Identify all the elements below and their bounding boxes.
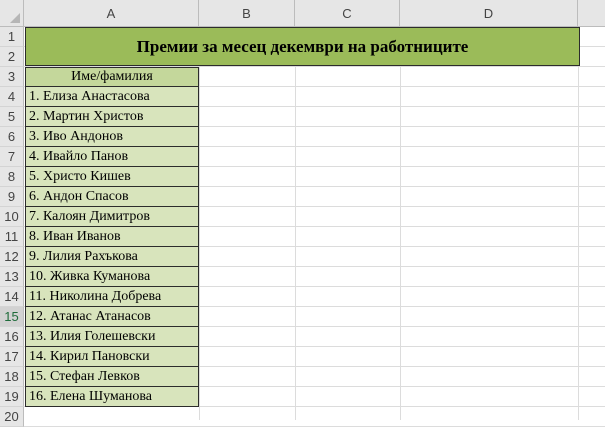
select-all-triangle-icon xyxy=(10,13,20,23)
row-header-5[interactable]: 5 xyxy=(0,107,24,127)
employee-name-cell[interactable]: 8. Иван Иванов xyxy=(25,227,199,247)
row-header-19[interactable]: 19 xyxy=(0,387,24,407)
employee-name-cell[interactable]: 10. Живка Куманова xyxy=(25,267,199,287)
employee-name-cell[interactable]: 11. Николина Добрева xyxy=(25,287,199,307)
row-header-17[interactable]: 17 xyxy=(0,347,24,367)
employee-name-cell[interactable]: 5. Христо Кишев xyxy=(25,167,199,187)
employee-name-cell[interactable]: 4. Ивайло Панов xyxy=(25,147,199,167)
employee-name-cell[interactable]: 12. Атанас Атанасов xyxy=(25,307,199,327)
employee-name-cell[interactable]: 2. Мартин Христов xyxy=(25,107,199,127)
row-header-11[interactable]: 11 xyxy=(0,227,24,247)
name-column-header-cell[interactable]: Име/фамилия xyxy=(25,67,199,87)
sheet-title-cell[interactable]: Премии за месец декември на работниците xyxy=(25,27,580,66)
row-header-16[interactable]: 16 xyxy=(0,327,24,347)
row-header-4[interactable]: 4 xyxy=(0,87,24,107)
row-header-18[interactable]: 18 xyxy=(0,367,24,387)
employee-name-cell[interactable]: 14. Кирил Пановски xyxy=(25,347,199,367)
row-header-15[interactable]: 15 xyxy=(0,307,24,327)
employee-name-cell[interactable]: 6. Андон Спасов xyxy=(25,187,199,207)
row-header-12[interactable]: 12 xyxy=(0,247,24,267)
row-header-10[interactable]: 10 xyxy=(0,207,24,227)
column-header-d[interactable]: D xyxy=(400,0,578,27)
row-header-20[interactable]: 20 xyxy=(0,407,24,427)
employee-name-cell[interactable]: 7. Калоян Димитров xyxy=(25,207,199,227)
employee-name-cell[interactable]: 9. Лилия Рахъкова xyxy=(25,247,199,267)
row-header-2[interactable]: 2 xyxy=(0,47,24,67)
row-header-6[interactable]: 6 xyxy=(0,127,24,147)
select-all-corner[interactable] xyxy=(0,0,24,27)
column-header-b[interactable]: B xyxy=(199,0,295,27)
employee-name-cell[interactable]: 15. Стефан Левков xyxy=(25,367,199,387)
employee-name-cell[interactable]: 16. Елена Шуманова xyxy=(25,387,199,407)
column-header-a[interactable]: A xyxy=(24,0,199,27)
row-header-14[interactable]: 14 xyxy=(0,287,24,307)
row-header-13[interactable]: 13 xyxy=(0,267,24,287)
spreadsheet-grid[interactable]: A B C D 1 2 3 4 5 6 7 8 9 10 11 12 13 14 15 16 17 18 19 20 … xyxy=(0,0,605,427)
employee-name-cell[interactable]: 1. Елиза Анастасова xyxy=(25,87,199,107)
column-header-c[interactable]: C xyxy=(295,0,400,27)
row-header-8[interactable]: 8 xyxy=(0,167,24,187)
row-header-9[interactable]: 9 xyxy=(0,187,24,207)
row-header-3[interactable]: 3 xyxy=(0,67,24,87)
row-header-1[interactable]: 1 xyxy=(0,27,24,47)
employee-name-cell[interactable]: 13. Илия Голешевски xyxy=(25,327,199,347)
row-header-7[interactable]: 7 xyxy=(0,147,24,167)
employee-name-cell[interactable]: 3. Иво Андонов xyxy=(25,127,199,147)
column-header-e-partial[interactable] xyxy=(578,0,605,27)
